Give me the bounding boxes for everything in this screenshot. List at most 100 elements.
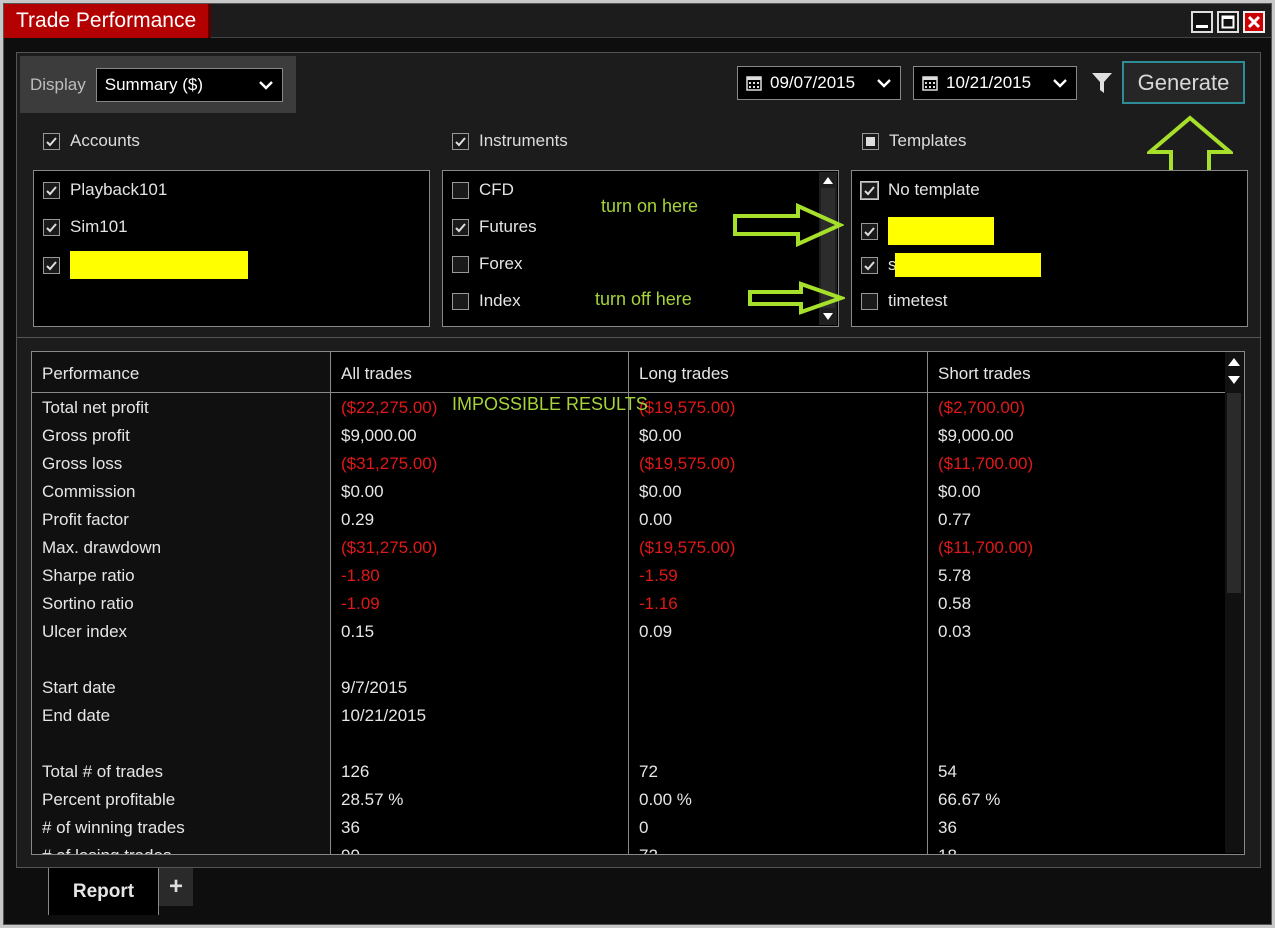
list-item[interactable]: Playback101 [43,180,167,200]
grid-cell: -1.80 [341,566,380,585]
item-checkbox[interactable] [860,180,879,200]
impossible-results-annotation: IMPOSSIBLE RESULTS [452,394,648,414]
item-checkbox[interactable] [43,181,60,199]
list-item[interactable]: CFD [452,180,514,200]
column-header[interactable]: Short trades [938,364,1031,384]
grid-cell: 0.77 [938,510,972,529]
accounts-list[interactable]: Playback101 Sim101 [33,170,430,327]
list-item[interactable]: timetest [861,291,948,311]
calendar-icon [922,76,938,91]
redacted-label [894,253,1041,277]
display-area: Display Summary ($) [20,56,296,113]
grid-cell: 126 [341,762,370,781]
grid-cell: $0.00 [341,482,384,501]
list-item[interactable]: Futures [452,217,537,237]
list-item[interactable]: s [861,253,1041,277]
item-checkbox[interactable] [861,222,878,240]
grid-cell: 0.29 [341,510,375,529]
column-divider [330,352,331,854]
grid-cell: 72 [639,846,658,854]
column-header[interactable]: Long trades [639,364,729,384]
check-icon [455,136,466,146]
check-icon [46,260,57,270]
item-checkbox[interactable] [43,218,60,236]
grid-cell: 10/21/2015 [341,706,427,725]
tab-report[interactable]: Report [48,868,159,915]
accounts-header[interactable]: Accounts [43,131,140,151]
grid-cell: 36 [341,818,360,837]
turn-off-annotation: turn off here [595,289,692,309]
row-label: Gross profit [42,426,130,445]
title-bar[interactable]: Trade Performance [4,4,1271,38]
instruments-header[interactable]: Instruments [452,131,568,151]
row-label: Sharpe ratio [42,566,135,585]
item-checkbox[interactable] [43,256,60,274]
end-date-picker[interactable]: 10/21/2015 [913,66,1077,100]
grid-cell: -1.09 [341,594,380,613]
grid-cell: 0.00 [639,510,673,529]
accounts-label: Accounts [70,131,140,150]
check-icon [46,185,57,195]
grid-cell: -1.16 [639,594,678,613]
list-item[interactable]: Forex [452,254,522,274]
templates-list[interactable]: No template s timetest [851,170,1248,327]
list-item[interactable] [43,251,248,279]
scroll-up-icon[interactable] [1227,356,1241,368]
item-checkbox[interactable] [452,218,469,236]
list-item[interactable] [861,217,994,245]
templates-header[interactable]: Templates [862,131,966,151]
grid-cell: $0.00 [639,426,682,445]
instruments-label: Instruments [479,131,568,150]
right-arrow-annotation-icon [733,203,844,247]
column-divider [927,352,928,854]
window-title: Trade Performance [4,4,212,38]
row-label: Profit factor [42,510,129,529]
bottom-tabs: Report + [48,868,193,915]
column-divider [628,352,629,854]
row-label: Max. drawdown [42,538,162,557]
scroll-down-icon[interactable] [1227,374,1241,386]
list-item[interactable]: Index [452,291,521,311]
item-checkbox[interactable] [452,255,469,273]
accounts-checkbox[interactable] [43,132,60,150]
item-checkbox[interactable] [452,181,469,199]
add-tab-button[interactable]: + [159,868,193,906]
start-date-picker[interactable]: 09/07/2015 [737,66,901,100]
column-header[interactable]: Performance [42,364,139,384]
list-item[interactable]: No template [860,180,980,200]
column-header[interactable]: All trades [341,364,412,384]
grid-cell: 18 [938,846,957,854]
row-label: Start date [42,678,116,697]
minimize-button[interactable] [1191,11,1213,33]
scroll-thumb[interactable] [1227,393,1241,593]
scroll-up-icon[interactable] [821,174,835,186]
filter-icon[interactable] [1091,71,1113,95]
redacted-label [70,251,248,279]
chevron-down-icon [258,80,273,90]
grid-cell: 0.00 % [639,790,692,809]
grid-cell: 54 [938,762,957,781]
row-label: Commission [42,482,136,501]
close-button[interactable] [1243,11,1265,33]
grid-cell: 28.57 % [341,790,404,809]
grid-cell: 36 [938,818,957,837]
maximize-button[interactable] [1217,11,1239,33]
templates-checkbox[interactable] [862,132,879,150]
redacted-item: s [888,253,1041,277]
list-item[interactable]: Sim101 [43,217,128,237]
grid-scrollbar[interactable] [1225,352,1244,853]
item-checkbox[interactable] [861,292,878,310]
grid-cell: 9/7/2015 [341,678,408,697]
performance-grid[interactable]: Performance All trades Long trades Short… [31,351,1245,855]
item-label: Sim101 [70,217,128,236]
grid-cell: 0.09 [639,622,673,641]
chevron-down-icon [1053,79,1067,88]
generate-button[interactable]: Generate [1122,61,1245,104]
grid-cell: ($19,575.00) [639,538,736,557]
instruments-checkbox[interactable] [452,132,469,150]
item-checkbox[interactable] [861,256,878,274]
item-checkbox[interactable] [452,292,469,310]
close-icon [1247,15,1261,29]
check-icon [455,222,466,232]
display-select[interactable]: Summary ($) [95,67,283,102]
